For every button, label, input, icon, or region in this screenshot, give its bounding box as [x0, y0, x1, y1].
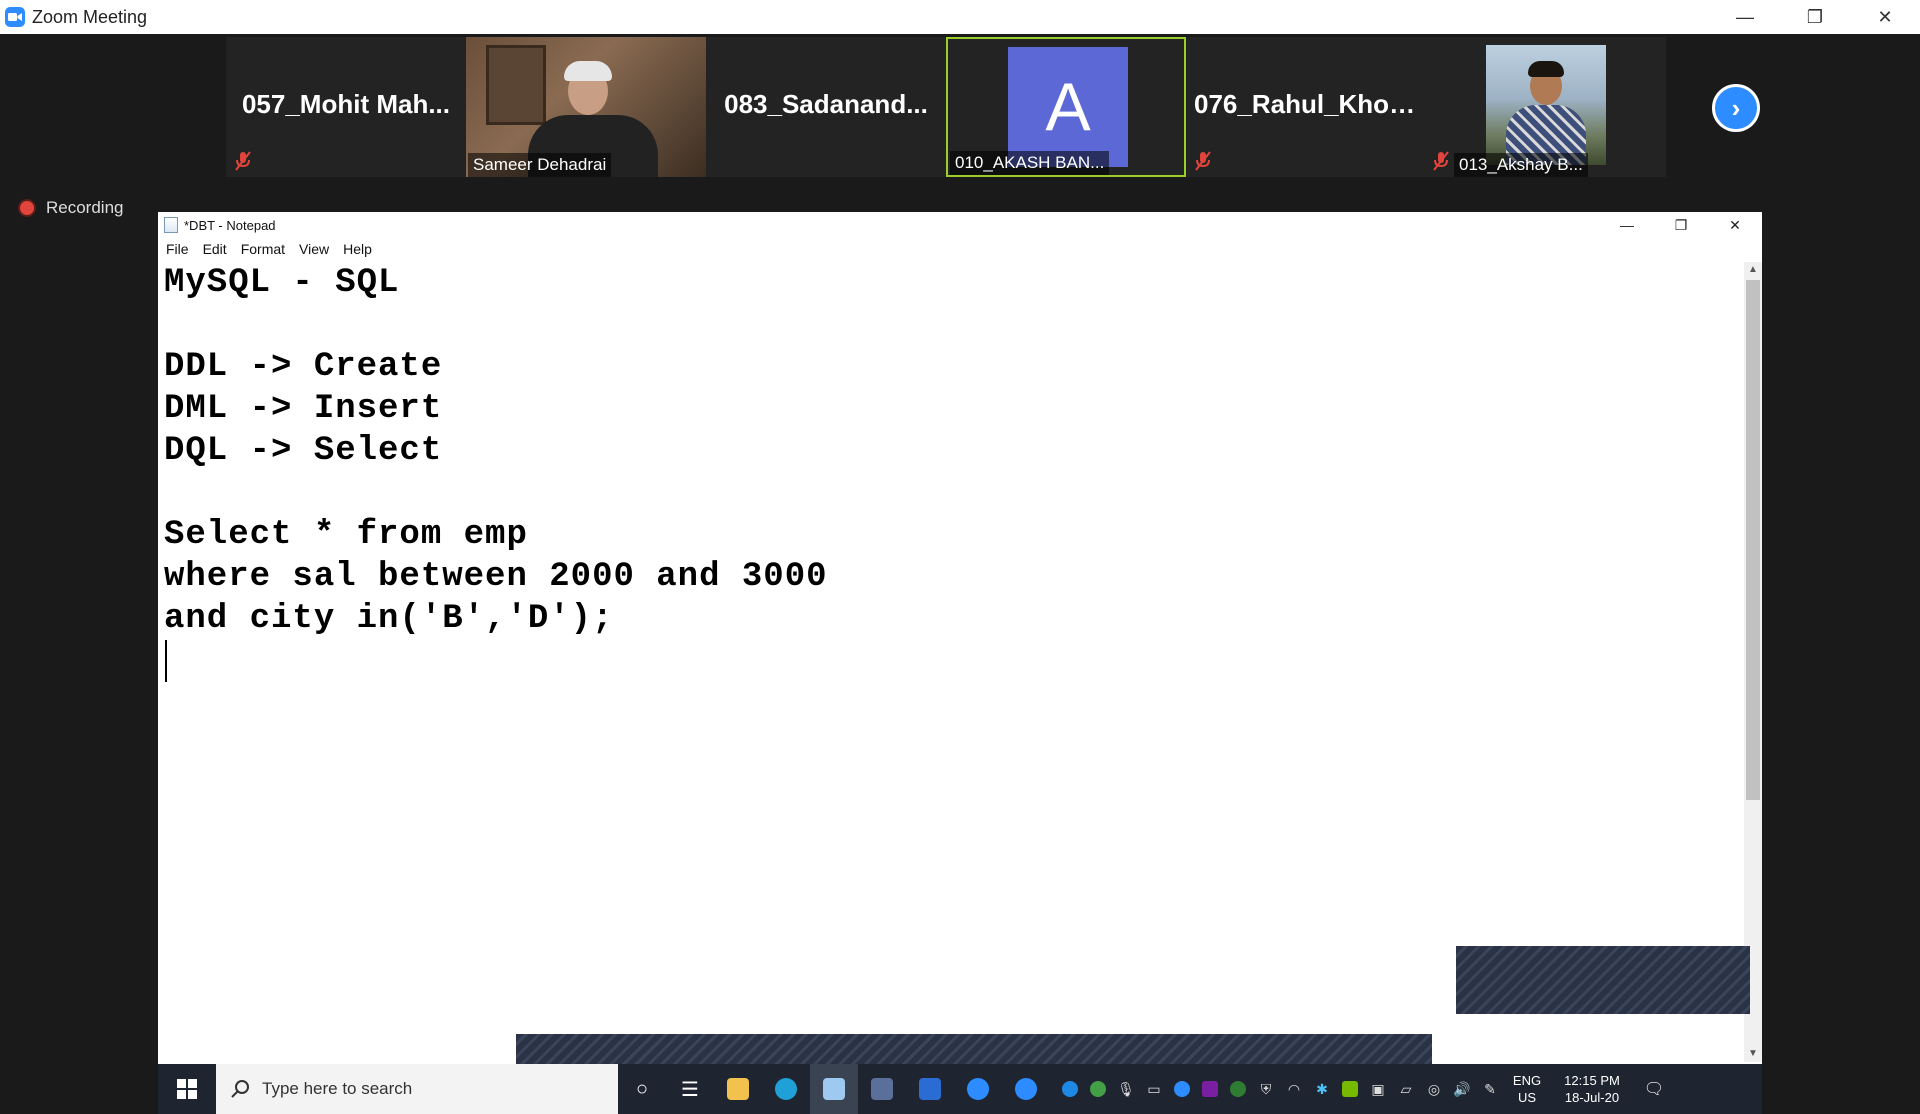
- chevron-right-icon: ›: [1731, 92, 1741, 123]
- zoom-meeting-taskbar-icon[interactable]: [1002, 1064, 1050, 1114]
- zoom-logo-icon: [5, 7, 25, 27]
- taskbar-search-input[interactable]: Type here to search: [216, 1064, 618, 1114]
- record-dot-icon: [20, 201, 34, 215]
- minimize-button[interactable]: —: [1710, 0, 1780, 34]
- zoom-meeting-area: 057_Mohit Mah... Sameer Dehadrai 083_Sad…: [0, 34, 1920, 1114]
- notifications-icon[interactable]: 🗨: [1634, 1064, 1674, 1114]
- mic-muted-icon: [235, 151, 251, 171]
- vertical-scrollbar[interactable]: ▲ ▼: [1744, 262, 1762, 1062]
- participant-name: 057_Mohit Mah...: [241, 89, 451, 119]
- text-line: where sal between 2000 and 3000: [164, 558, 828, 596]
- language-code: ENG: [1512, 1073, 1542, 1088]
- recording-label: Recording: [46, 198, 124, 217]
- app-tray-icon[interactable]: [1224, 1064, 1252, 1114]
- mic-muted-icon: [1433, 151, 1449, 171]
- defender-icon[interactable]: ⛨: [1252, 1064, 1280, 1114]
- zoom-title-bar: Zoom Meeting — ❐ ✕: [0, 0, 1920, 34]
- menu-file[interactable]: File: [158, 241, 196, 257]
- volume-icon[interactable]: 🔊: [1448, 1064, 1476, 1114]
- system-tray: 🎙 ▭ ⛨ ◠ ✱ ▣ ▱ ◎ 🔊 ✎: [1056, 1064, 1504, 1114]
- security-check-icon[interactable]: [1084, 1064, 1112, 1114]
- scroll-down-icon[interactable]: ▼: [1744, 1046, 1762, 1062]
- onenote-icon[interactable]: [1196, 1064, 1224, 1114]
- menu-format[interactable]: Format: [234, 241, 292, 257]
- participant-tile-active-speaker[interactable]: A 010_AKASH BAN...: [946, 37, 1186, 177]
- participant-tile[interactable]: Sameer Dehadrai: [466, 37, 706, 177]
- notepad-title-bar: *DBT - Notepad — ❐ ✕: [158, 212, 1762, 238]
- windows-logo-icon: [177, 1079, 197, 1099]
- help-icon[interactable]: [1056, 1064, 1084, 1114]
- file-explorer-icon[interactable]: [714, 1064, 762, 1114]
- bluetooth-icon[interactable]: ✱: [1308, 1064, 1336, 1114]
- region-code: US: [1517, 1090, 1537, 1105]
- text-line: Select * from emp: [164, 516, 528, 554]
- zoom-taskbar-icon[interactable]: [954, 1064, 1002, 1114]
- battery-icon[interactable]: ▭: [1140, 1064, 1168, 1114]
- redacted-region: [1456, 946, 1750, 1014]
- microphone-icon[interactable]: 🎙: [1112, 1064, 1140, 1114]
- zoom-tray-icon[interactable]: [1168, 1064, 1196, 1114]
- next-page-button[interactable]: ›: [1712, 84, 1760, 132]
- search-placeholder: Type here to search: [262, 1079, 413, 1098]
- notepad-icon: [164, 217, 178, 233]
- clock-date: 18-Jul-20: [1564, 1090, 1620, 1105]
- participant-name: 013_Akshay B...: [1454, 153, 1588, 177]
- network-drive-icon[interactable]: ▱: [1392, 1064, 1420, 1114]
- display-icon[interactable]: ▣: [1364, 1064, 1392, 1114]
- participant-gallery: 057_Mohit Mah... Sameer Dehadrai 083_Sad…: [226, 37, 1692, 177]
- text-line: DDL -> Create: [164, 348, 443, 386]
- participant-name: Sameer Dehadrai: [468, 153, 612, 177]
- language-indicator[interactable]: ENG US: [1504, 1072, 1550, 1106]
- windows-start-button[interactable]: [158, 1064, 216, 1114]
- text-line: MySQL - SQL: [164, 264, 400, 302]
- windows-taskbar: Type here to search ○ ☰ 🎙 ▭ ⛨ ◠ ✱ ▣ ▱ ◎ …: [158, 1064, 1762, 1114]
- notepad-menu-bar: File Edit Format View Help: [158, 238, 379, 260]
- menu-edit[interactable]: Edit: [196, 241, 234, 257]
- shared-screen: *DBT - Notepad — ❐ ✕ File Edit Format Vi…: [158, 212, 1762, 1114]
- text-line: DQL -> Select: [164, 432, 443, 470]
- avatar: A: [1008, 47, 1128, 167]
- scroll-up-icon[interactable]: ▲: [1744, 262, 1762, 278]
- clock-time: 12:15 PM: [1564, 1073, 1620, 1088]
- app-tray-icon-2[interactable]: ◎: [1420, 1064, 1448, 1114]
- cortana-icon[interactable]: ○: [618, 1064, 666, 1114]
- search-icon: [231, 1080, 249, 1098]
- mic-muted-icon: [1195, 151, 1211, 171]
- task-view-icon[interactable]: ☰: [666, 1064, 714, 1114]
- recording-indicator[interactable]: Recording: [20, 198, 124, 218]
- notepad-minimize-button[interactable]: —: [1600, 212, 1654, 238]
- participant-tile[interactable]: 013_Akshay B...: [1426, 37, 1666, 177]
- window-title: Zoom Meeting: [32, 6, 148, 27]
- notepad-taskbar-icon[interactable]: [810, 1064, 858, 1114]
- restore-button[interactable]: ❐: [1780, 0, 1850, 34]
- participant-video: [1486, 45, 1606, 165]
- edge-browser-icon[interactable]: [762, 1064, 810, 1114]
- notepad-text-area[interactable]: MySQL - SQL DDL -> Create DML -> Insert …: [158, 262, 1744, 1062]
- participant-tile[interactable]: 057_Mohit Mah...: [226, 37, 466, 177]
- notepad-restore-button[interactable]: ❐: [1654, 212, 1708, 238]
- participant-tile[interactable]: 076_Rahul_Khot...: [1186, 37, 1426, 177]
- participant-tile[interactable]: 083_Sadanand...: [706, 37, 946, 177]
- text-line: DML -> Insert: [164, 390, 443, 428]
- taskbar-clock[interactable]: 12:15 PM 18-Jul-20: [1550, 1072, 1634, 1106]
- menu-view[interactable]: View: [292, 241, 336, 257]
- participant-name: 010_AKASH BAN...: [950, 151, 1110, 175]
- nvidia-icon[interactable]: [1336, 1064, 1364, 1114]
- scrollbar-thumb[interactable]: [1746, 280, 1760, 800]
- participant-name: 083_Sadanand...: [724, 89, 928, 119]
- whiteboard-icon[interactable]: [906, 1064, 954, 1114]
- text-caret: [165, 640, 167, 682]
- notepad-title: *DBT - Notepad: [184, 217, 276, 233]
- participant-name: 076_Rahul_Khot...: [1194, 89, 1420, 119]
- menu-help[interactable]: Help: [336, 241, 379, 257]
- redacted-region: [516, 1034, 1432, 1064]
- pen-icon[interactable]: ✎: [1476, 1064, 1504, 1114]
- notepad-close-button[interactable]: ✕: [1708, 212, 1762, 238]
- wifi-icon[interactable]: ◠: [1280, 1064, 1308, 1114]
- close-button[interactable]: ✕: [1850, 0, 1920, 34]
- text-line: and city in('B','D');: [164, 600, 614, 638]
- app-icon[interactable]: [858, 1064, 906, 1114]
